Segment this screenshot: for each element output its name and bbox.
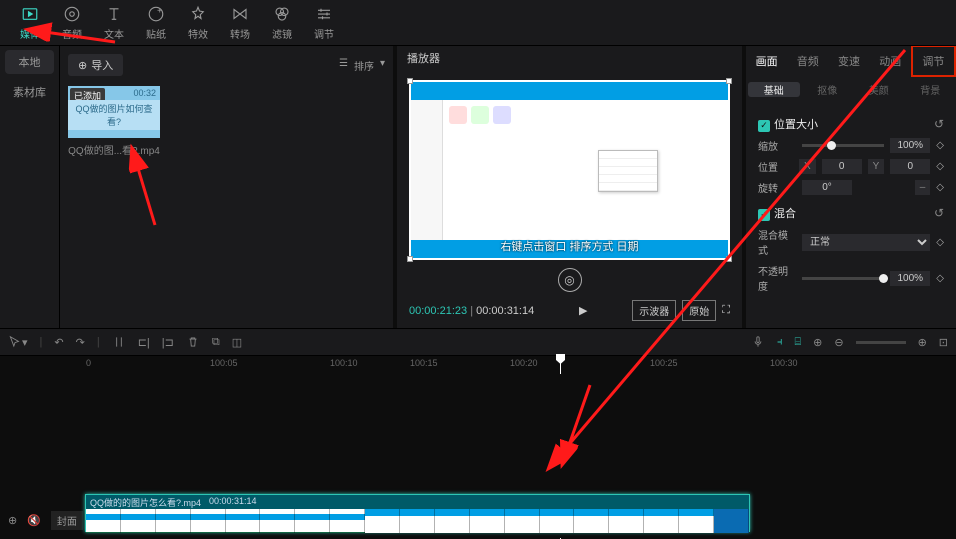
right-trim-icon[interactable]: |⊐ [162,336,174,349]
timecode: 00:00:21:23 | 00:00:31:14 [409,305,534,317]
reset-icon[interactable]: ↺ [934,206,944,220]
scale-input[interactable] [890,138,930,153]
tool-adjust[interactable]: 调节 [304,2,344,44]
oscilloscope-button[interactable]: 示波器 [632,300,676,321]
tab-speed[interactable]: 变速 [828,47,869,75]
pos-x-input[interactable] [822,159,862,174]
timeline-ruler[interactable]: 0 100:05 100:10 100:15 100:20 100:25 100… [0,356,956,374]
subtab-bg[interactable]: 背景 [905,82,956,97]
link-on-icon[interactable]: ⌸ [795,336,802,349]
original-button[interactable]: 原始 [682,300,716,321]
left-sidebar: 本地 素材库 [0,46,60,328]
tool-transition[interactable]: 转场 [220,2,260,44]
sidebar-local[interactable]: 本地 [5,50,54,74]
video-clip[interactable]: QQ做的的图片怎么看?.mp400:00:31:14 [85,494,750,532]
inspector-panel: 画面 音频 变速 动画 调节 基础 抠像 美颜 背景 ✓位置大小↺ 缩放◇ 位置… [746,46,956,328]
stabilize-button[interactable]: ◎ [558,268,582,292]
preview-viewport[interactable]: 右键点击窗口 排序方式 日期 [409,80,730,260]
tab-audio[interactable]: 音频 [787,47,828,75]
view-controls[interactable]: ☰ 排序 ▾ [339,58,385,73]
tool-effect[interactable]: 特效 [178,2,218,44]
lock-icon[interactable]: ⊕ [8,514,17,527]
track-area[interactable]: ⊕ 🔇 封面 QQ做的的图片怎么看?.mp400:00:31:14 [0,374,956,538]
redo-icon[interactable]: ↷ [76,336,85,349]
delete-icon[interactable] [186,335,200,349]
thumb-filename: QQ做的图...看?.mp4 [68,138,160,161]
undo-icon[interactable]: ↶ [54,336,63,349]
main-area: 本地 素材库 ⊕导入 ☰ 排序 ▾ 已添加 00:32 QQ做的图片如何查看? … [0,46,956,328]
preview-subtitle: 右键点击窗口 排序方式 日期 [411,238,728,254]
opacity-slider[interactable] [802,277,884,280]
split-tool[interactable] [112,335,126,349]
check-icon[interactable]: ✓ [758,120,770,132]
magnet-on-icon[interactable]: ⫞ [777,336,783,349]
tool-filter[interactable]: 滤镜 [262,2,302,44]
top-toolbar: 媒体 音频 文本 贴纸 特效 转场 滤镜 调节 [0,0,956,46]
context-menu [598,150,658,192]
fullscreen-icon[interactable]: ⛶ [722,304,730,317]
cover-label[interactable]: 封面 [51,511,83,530]
check-icon[interactable]: ✓ [758,209,770,221]
thumb-duration: 00:32 [133,88,156,98]
timeline-toolbar: ▾ | ↶ ↷ | ⊏| |⊐ ⧉ ◫ ⫞ ⌸ ⊕ ⊖ ⊕ ⊡ [0,328,956,356]
thumb-text: QQ做的图片如何查看? [68,100,160,130]
tool-media[interactable]: 媒体 [10,2,50,44]
mic-icon[interactable] [751,335,765,349]
plus-icon: ⊕ [78,59,87,72]
tab-canvas[interactable]: 画面 [746,47,787,75]
reset-icon[interactable]: ↺ [934,117,944,131]
sidebar-library[interactable]: 素材库 [0,78,59,106]
tab-anim[interactable]: 动画 [870,47,911,75]
freeze-icon[interactable]: ⧉ [212,336,220,349]
media-panel: ⊕导入 ☰ 排序 ▾ 已添加 00:32 QQ做的图片如何查看? QQ做的图..… [60,46,393,328]
subtab-beauty[interactable]: 美颜 [853,82,905,97]
rotate-input[interactable] [802,180,852,195]
tab-adjust[interactable]: 调节 [911,46,956,77]
zoom-in-icon[interactable]: ⊕ [918,336,927,349]
pos-y-input[interactable] [890,159,930,174]
import-button[interactable]: ⊕导入 [68,54,123,76]
opacity-input[interactable] [890,271,930,286]
subtab-basic[interactable]: 基础 [748,82,800,97]
tool-sticker[interactable]: 贴纸 [136,2,176,44]
player-panel: 播放器 右键点击窗口 排序方式 日期 ◎ 00:00:21:23 | 00:00… [397,46,742,328]
select-tool[interactable]: ▾ [8,335,28,349]
preview-icon[interactable]: ⊕ [813,336,822,349]
play-button[interactable]: ▶ [579,304,587,317]
tool-text[interactable]: 文本 [94,2,134,44]
blend-mode-select[interactable]: 正常 [802,234,930,251]
subtab-mask[interactable]: 抠像 [802,82,854,97]
player-title: 播放器 [397,46,742,70]
fit-icon[interactable]: ⊡ [939,336,948,349]
mute-icon[interactable]: 🔇 [27,514,41,527]
left-trim-icon[interactable]: ⊏| [138,336,150,349]
list-icon: ☰ [339,58,348,73]
media-item[interactable]: 已添加 00:32 QQ做的图片如何查看? QQ做的图...看?.mp4 [68,86,160,161]
tool-audio[interactable]: 音频 [52,2,92,44]
zoom-out-icon[interactable]: ⊖ [834,336,843,349]
crop-icon[interactable]: ◫ [232,336,242,349]
scale-slider[interactable] [802,144,884,147]
